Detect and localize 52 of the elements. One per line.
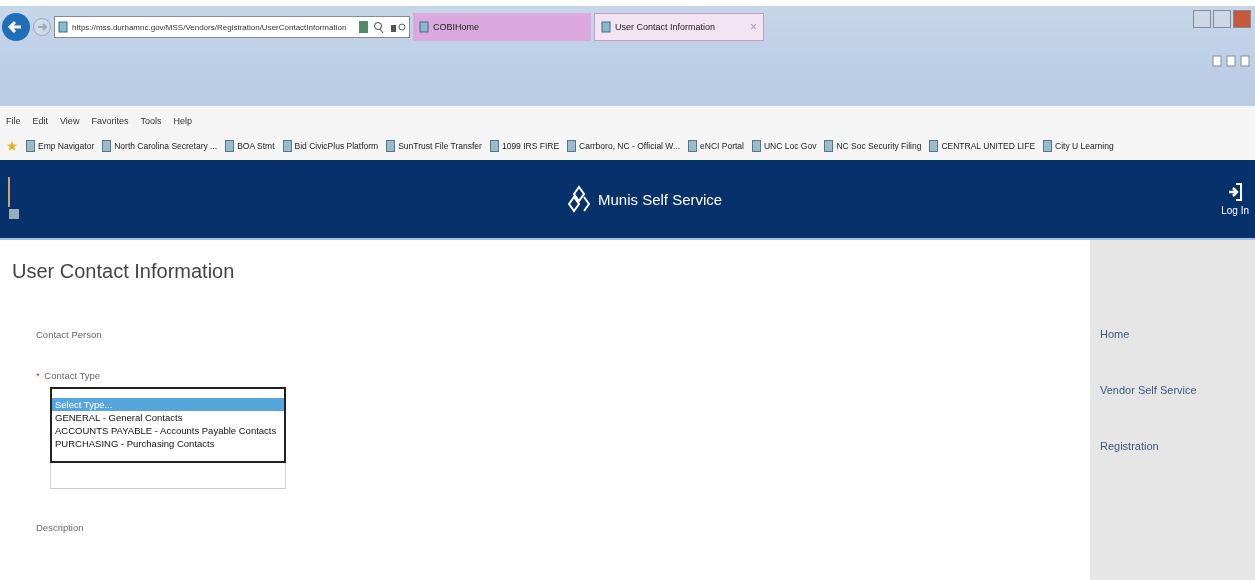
forward-button[interactable]	[33, 18, 51, 36]
back-button[interactable]	[2, 13, 30, 41]
sidebar-link[interactable]: Registration	[1100, 440, 1255, 452]
browser-tab[interactable]: COBIHome	[413, 13, 591, 41]
logo-icon	[568, 185, 590, 213]
field-label: Contact Person	[36, 329, 103, 340]
menu-item[interactable]: Tools	[140, 116, 162, 126]
url-text: https://mss.durhamnc.gov/MSS/Vendors/Registration/UserContactInformation	[72, 22, 348, 32]
page-icon	[419, 21, 429, 33]
input-field[interactable]	[50, 463, 286, 489]
app-title: Munis Self Service	[598, 190, 723, 208]
favorite-link[interactable]: SunTrust File Transfer	[386, 140, 482, 152]
favorite-link[interactable]: UNC Loc Gov	[751, 140, 817, 152]
favorite-link[interactable]: Bid CivicPlus Platform	[282, 140, 379, 152]
sidebar-link[interactable]: Home	[1100, 328, 1255, 340]
favorite-link[interactable]: CENTRAL UNITED LIFE	[929, 140, 1036, 152]
menu-item[interactable]: Favorites	[91, 116, 129, 126]
menu-item[interactable]: Help	[173, 116, 192, 126]
minimize-button[interactable]	[1193, 10, 1211, 28]
favorite-link[interactable]: City U Learning	[1043, 140, 1114, 152]
page-icon	[58, 21, 68, 33]
favorite-link[interactable]: NC Soc Security Filing	[824, 140, 922, 152]
list-option[interactable]: GENERAL - General Contacts	[52, 411, 284, 424]
star-icon[interactable]	[6, 140, 18, 152]
field-label: Contact Type	[44, 370, 101, 381]
menu-item[interactable]: Edit	[32, 116, 49, 126]
page-title: User Contact Information	[12, 260, 236, 283]
login-icon	[1228, 182, 1243, 201]
field-label: Description	[36, 522, 85, 533]
favorite-link[interactable]: BOA Stmt	[225, 140, 275, 152]
sidebar-toggle-icon[interactable]	[6, 177, 20, 221]
login-button[interactable]: Log In	[1221, 182, 1249, 216]
favorite-link[interactable]: 1099 IRS FIRE	[489, 140, 560, 152]
required-marker: *	[36, 370, 40, 381]
browser-tab[interactable]: User Contact Information ×	[594, 13, 764, 41]
favorite-link[interactable]: Carrboro, NC - Official W...	[567, 140, 680, 152]
toolbar-icons[interactable]	[1211, 54, 1251, 68]
restore-button[interactable]	[1213, 10, 1231, 28]
contact-type-list[interactable]: Select Type... GENERAL - General Contacts ACCOUNTS PAYABLE - Accounts Payable Contacts PURCHASING - Purchasing Contacts	[50, 387, 286, 463]
address-bar[interactable]: https://mss.durhamnc.gov/MSS/Vendors/Registration/UserContactInformation	[54, 16, 410, 38]
favorite-link[interactable]: Emp Navigator	[26, 140, 95, 152]
list-option[interactable]: ACCOUNTS PAYABLE - Accounts Payable Contacts	[52, 424, 284, 437]
page-icon	[601, 21, 611, 33]
menu-item[interactable]: File	[6, 116, 21, 126]
favorite-link[interactable]: North Carolina Secretary ...	[102, 140, 218, 152]
close-button[interactable]	[1233, 10, 1251, 28]
favorite-link[interactable]: eNCI Portal	[688, 140, 744, 152]
forward-arrow-icon	[36, 21, 48, 33]
menu-item[interactable]: View	[60, 116, 80, 126]
sidebar-link[interactable]: Vendor Self Service	[1100, 384, 1255, 396]
list-option[interactable]: PURCHASING - Purchasing Contacts	[52, 437, 284, 450]
address-tools-icon	[358, 20, 406, 34]
